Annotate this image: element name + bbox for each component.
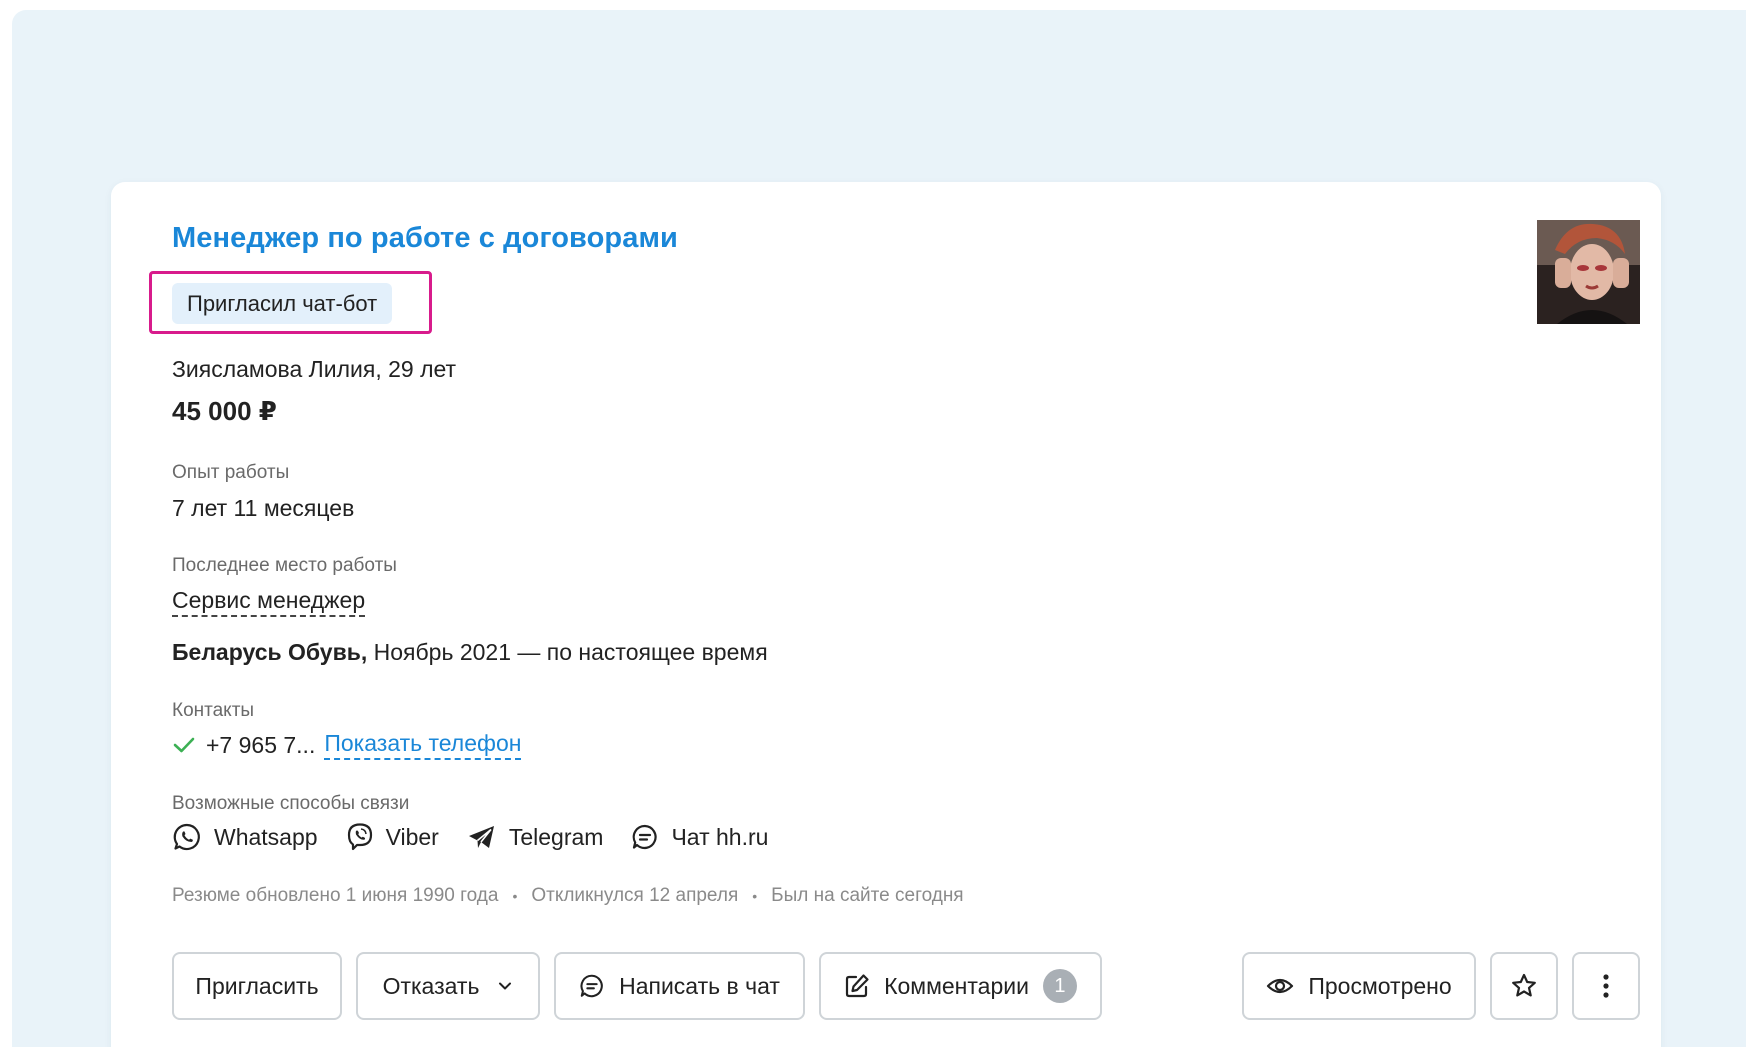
check-icon	[172, 733, 196, 757]
chevron-down-icon	[497, 978, 513, 994]
last-seen: Был на сайте сегодня	[771, 885, 964, 906]
salary: 45 000 ₽	[172, 396, 277, 426]
last-job-company-period: Беларусь Обувь, Ноябрь 2021 — по настоящ…	[172, 639, 768, 666]
chat-icon	[579, 973, 605, 999]
experience-value: 7 лет 11 месяцев	[172, 495, 355, 521]
edit-icon	[844, 973, 870, 999]
more-icon	[1602, 973, 1610, 999]
method-viber[interactable]: Viber	[346, 822, 439, 852]
chatbot-badge: Пригласил чат-бот	[172, 283, 393, 324]
chat-icon	[631, 823, 671, 851]
separator-dot: •	[752, 888, 758, 904]
viewed-button[interactable]: Просмотрено	[1242, 952, 1476, 1020]
experience-label: Опыт работы	[172, 462, 290, 483]
methods-label: Возможные способы связи	[172, 793, 410, 814]
method-label: Чат hh.ru	[671, 823, 769, 850]
comments-counter: 1	[1042, 969, 1077, 1003]
viber-icon	[346, 822, 386, 852]
write-chat-label: Написать в чат	[619, 972, 780, 999]
candidate-name-age: Зиясламова Лилия, 29 лет	[172, 356, 457, 382]
telegram-icon	[467, 823, 509, 851]
contacts-row: +7 965 7... Показать телефон	[172, 730, 522, 760]
viewed-label: Просмотрено	[1308, 972, 1452, 999]
contacts-label: Контакты	[172, 700, 255, 721]
separator-dot: •	[512, 888, 518, 904]
method-label: Whatsapp	[214, 823, 318, 850]
show-phone-link[interactable]: Показать телефон	[324, 730, 522, 760]
method-hh-chat[interactable]: Чат hh.ru	[631, 823, 768, 851]
resume-updated: Резюме обновлено 1 июня 1990 года	[172, 885, 499, 906]
contact-methods: Whatsapp Viber Telegram Чат hh.ru	[172, 822, 796, 852]
eye-icon	[1266, 976, 1294, 996]
invite-button-label: Пригласить	[195, 972, 319, 999]
phone-number: +7 965 7...	[206, 731, 316, 758]
write-chat-button[interactable]: Написать в чат	[554, 952, 805, 1020]
reject-button-label: Отказать	[382, 972, 480, 999]
last-job-position[interactable]: Сервис менеджер	[172, 587, 366, 617]
responded-date: Откликнулся 12 апреля	[531, 885, 739, 906]
resume-meta: Резюме обновлено 1 июня 1990 года • Откл…	[172, 885, 964, 907]
invite-button[interactable]: Пригласить	[172, 952, 342, 1020]
last-job-company: Беларусь Обувь,	[172, 639, 368, 665]
method-telegram[interactable]: Telegram	[467, 823, 604, 851]
last-job-period: Ноябрь 2021 — по настоящее время	[367, 639, 768, 665]
comments-label: Комментарии	[884, 972, 1029, 999]
whatsapp-icon	[172, 822, 214, 852]
reject-button[interactable]: Отказать	[356, 952, 540, 1020]
comments-button[interactable]: Комментарии 1	[819, 952, 1102, 1020]
last-job-label: Последнее место работы	[172, 555, 397, 576]
vacancy-title[interactable]: Менеджер по работе с договорами	[172, 222, 678, 255]
method-label: Telegram	[508, 823, 604, 850]
favorite-button[interactable]	[1490, 952, 1558, 1020]
star-icon	[1510, 972, 1538, 1000]
more-button[interactable]	[1572, 952, 1640, 1020]
avatar[interactable]	[1537, 220, 1640, 324]
method-label: Viber	[385, 823, 439, 850]
method-whatsapp[interactable]: Whatsapp	[172, 822, 318, 852]
